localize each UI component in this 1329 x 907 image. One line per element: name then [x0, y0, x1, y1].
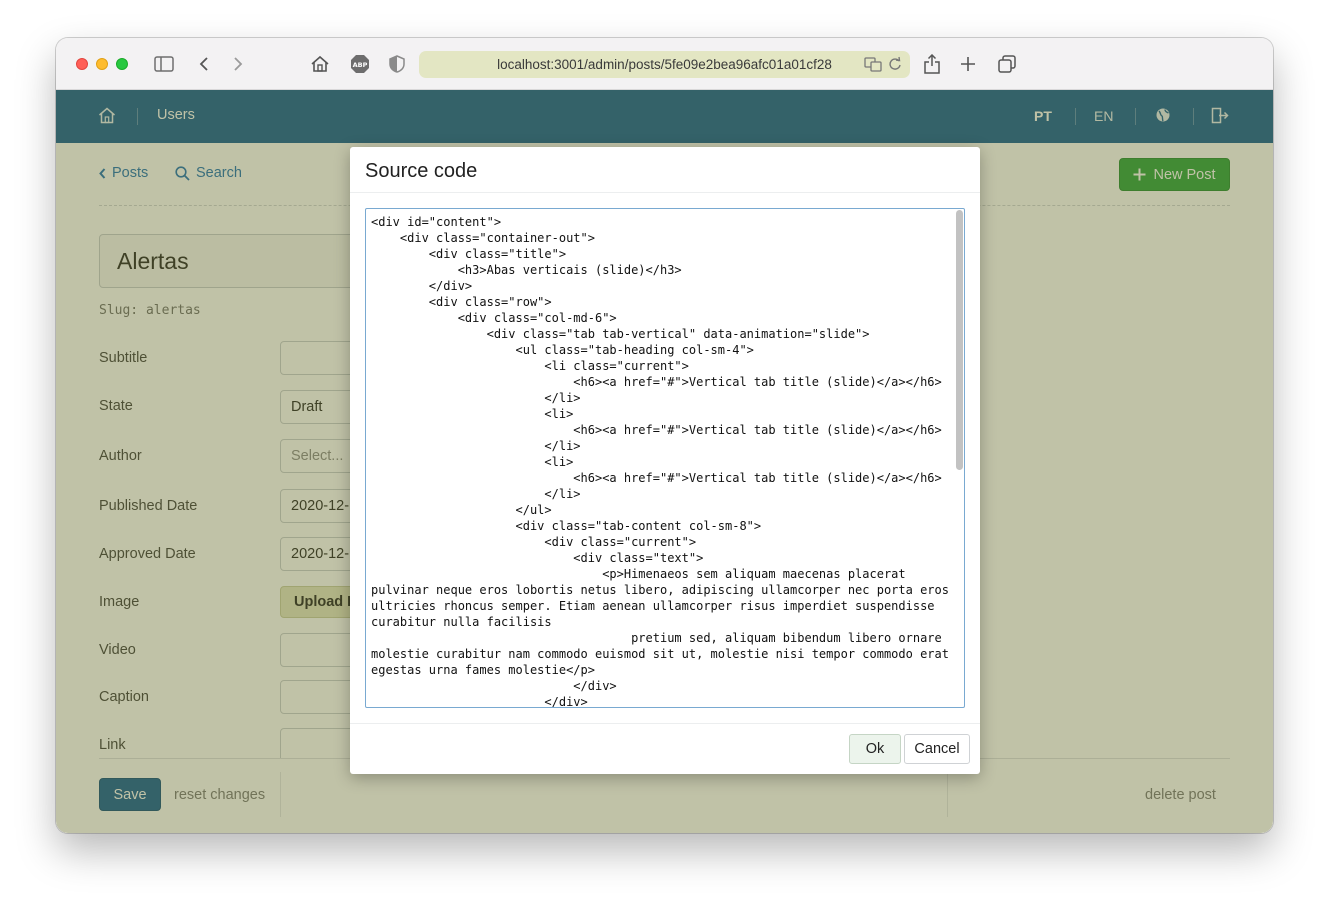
address-bar[interactable]: localhost:3001/admin/posts/5fe09e2bea96a…: [419, 51, 910, 78]
source-code-text: <div id="content"> <div class="container…: [371, 215, 949, 708]
divider: [350, 192, 980, 193]
share-icon[interactable]: [920, 52, 944, 76]
source-code-dialog: Source code <div id="content"> <div clas…: [350, 147, 980, 774]
new-tab-icon[interactable]: [956, 52, 980, 76]
sidebar-icon[interactable]: [152, 52, 176, 76]
cancel-button[interactable]: Cancel: [904, 734, 970, 764]
close-window-button[interactable]: [76, 58, 88, 70]
browser-toolbar: ABP localhost:3001/admin/posts/5fe09e2be…: [56, 38, 1273, 90]
admin-app: Users PT EN Posts Search New Post Alerta…: [56, 90, 1273, 833]
url-text: localhost:3001/admin/posts/5fe09e2bea96a…: [497, 57, 832, 72]
source-code-textarea[interactable]: <div id="content"> <div class="container…: [365, 208, 965, 708]
ok-button[interactable]: Ok: [849, 734, 901, 764]
tabs-overview-icon[interactable]: [995, 52, 1019, 76]
reload-icon[interactable]: [888, 56, 902, 75]
browser-window: ABP localhost:3001/admin/posts/5fe09e2be…: [56, 38, 1273, 833]
zoom-window-button[interactable]: [116, 58, 128, 70]
home-icon[interactable]: [308, 52, 332, 76]
shield-icon[interactable]: [385, 52, 409, 76]
forward-icon[interactable]: [226, 52, 250, 76]
adblock-icon[interactable]: ABP: [348, 52, 372, 76]
translate-icon[interactable]: [864, 56, 882, 75]
divider: [350, 723, 980, 724]
textarea-scrollbar[interactable]: [956, 210, 963, 470]
dialog-title: Source code: [365, 160, 478, 182]
back-icon[interactable]: [192, 52, 216, 76]
minimize-window-button[interactable]: [96, 58, 108, 70]
svg-text:ABP: ABP: [353, 61, 368, 69]
